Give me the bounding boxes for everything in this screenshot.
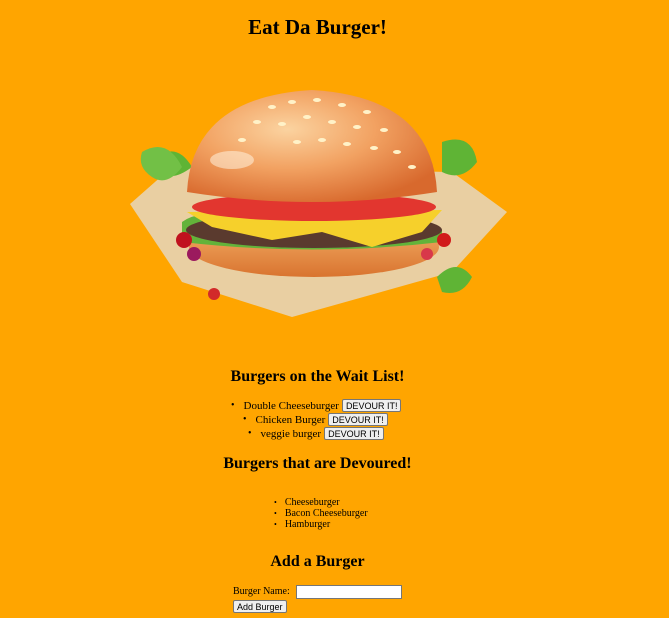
- wait-list-item: • veggie burger DEVOUR IT!: [248, 427, 384, 440]
- wait-list-item: • Chicken Burger DEVOUR IT!: [243, 413, 388, 426]
- burger-name: veggie burger: [260, 427, 322, 440]
- burger-name: Chicken Burger: [255, 413, 326, 426]
- burger-name-input[interactable]: [296, 585, 402, 599]
- list-item: • Cheeseburger: [274, 497, 340, 508]
- list-item: • Bacon Cheeseburger: [274, 508, 368, 519]
- devoured-heading: Burgers that are Devoured!: [223, 455, 412, 472]
- burger-name: Double Cheeseburger: [243, 399, 339, 412]
- add-burger-button[interactable]: Add Burger: [233, 600, 287, 613]
- devour-button[interactable]: DEVOUR IT!: [341, 399, 402, 412]
- add-burger-heading: Add a Burger: [270, 553, 365, 570]
- page: Eat Da Burger! Burgers on the Wait List!…: [0, 0, 669, 618]
- wait-list-heading: Burgers on the Wait List!: [230, 368, 405, 385]
- wait-list-item: • Double Cheeseburger DEVOUR IT!: [231, 399, 402, 412]
- devour-button[interactable]: DEVOUR IT!: [324, 427, 384, 440]
- list-item: • Hamburger: [274, 519, 331, 530]
- devour-button[interactable]: DEVOUR IT!: [328, 413, 388, 426]
- burger-image: [130, 90, 507, 317]
- page-title: Eat Da Burger!: [248, 15, 387, 39]
- devoured-list: • Cheeseburger • Bacon Cheeseburger • Hambu…: [274, 497, 368, 530]
- burger-name-label: Burger Name:: [233, 586, 290, 597]
